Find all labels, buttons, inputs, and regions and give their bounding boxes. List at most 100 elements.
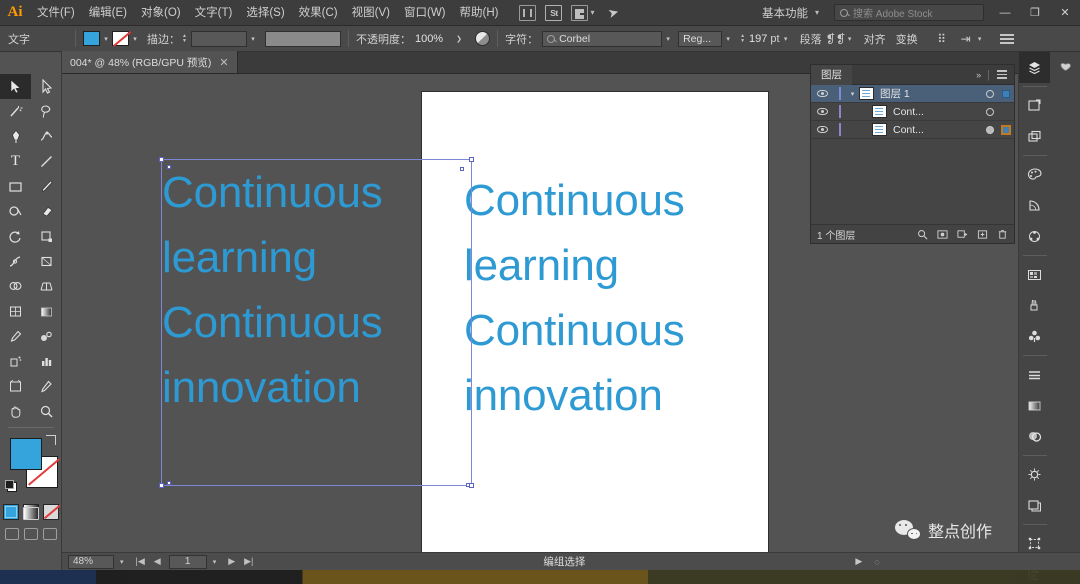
- close-icon[interactable]: ✕: [219, 56, 228, 69]
- workspace-switcher[interactable]: 基本功能 ▾: [753, 5, 828, 21]
- minimize-button[interactable]: —: [990, 0, 1020, 26]
- chevron-down-icon[interactable]: ▾: [662, 31, 674, 46]
- full-screen-mode-button[interactable]: [42, 528, 57, 540]
- blend-tool[interactable]: [31, 324, 62, 349]
- chevron-down-icon[interactable]: ▾: [120, 558, 124, 566]
- eraser-tool[interactable]: [31, 199, 62, 224]
- visibility-toggle-icon[interactable]: [811, 90, 833, 97]
- zoom-level-field[interactable]: 48%: [68, 554, 114, 569]
- artboards-icon[interactable]: [1019, 90, 1050, 121]
- menu-type[interactable]: 文字(T): [188, 0, 240, 26]
- menu-help[interactable]: 帮助(H): [453, 0, 506, 26]
- status-play-icon[interactable]: ▶: [855, 556, 862, 567]
- perspective-grid-tool[interactable]: [31, 274, 62, 299]
- lasso-tool[interactable]: [31, 99, 62, 124]
- stock-search-field[interactable]: 搜索 Adobe Stock: [834, 4, 984, 21]
- last-artboard-button[interactable]: ▶|: [244, 556, 253, 567]
- locate-object-icon[interactable]: [917, 229, 928, 240]
- menu-file[interactable]: 文件(F): [30, 0, 82, 26]
- layer-name[interactable]: Cont...: [893, 106, 982, 118]
- layer-name[interactable]: 图层 1: [880, 86, 982, 101]
- brushes-icon[interactable]: [1019, 290, 1050, 321]
- document-tab[interactable]: 004* @ 48% (RGB/GPU 预览) ✕: [62, 51, 238, 73]
- color-guide-icon[interactable]: [1019, 190, 1050, 221]
- delete-layer-icon[interactable]: [997, 229, 1008, 240]
- paragraph-label[interactable]: 段落: [800, 31, 822, 47]
- menu-view[interactable]: 视图(V): [345, 0, 397, 26]
- chevron-down-icon[interactable]: ▾: [129, 31, 141, 46]
- pen-tool[interactable]: [0, 124, 31, 149]
- stroke-weight-stepper[interactable]: ▲ ▼: [182, 33, 187, 44]
- layer-row-2[interactable]: Cont...: [811, 103, 1014, 121]
- asset-export-icon[interactable]: [1019, 121, 1050, 152]
- line-segment-tool[interactable]: [31, 149, 62, 174]
- selection-anchor-point[interactable]: [460, 167, 464, 171]
- symbols-icon[interactable]: [1019, 321, 1050, 352]
- artboard-text-object[interactable]: Continuous learning Continuous innovatio…: [464, 168, 754, 428]
- wrap-text-icon[interactable]: ⇥: [958, 32, 974, 46]
- discover-rocket-icon[interactable]: ➤: [607, 3, 622, 21]
- gradient-tool[interactable]: [31, 299, 62, 324]
- rotate-tool[interactable]: [0, 224, 31, 249]
- transparency-icon[interactable]: [1019, 421, 1050, 452]
- color-icon[interactable]: [1019, 159, 1050, 190]
- selection-anchor-point[interactable]: [167, 481, 171, 485]
- zoom-tool[interactable]: [31, 399, 62, 424]
- full-screen-menu-mode-button[interactable]: [23, 528, 38, 540]
- rectangle-tool[interactable]: [0, 174, 31, 199]
- chevron-down-icon[interactable]: ▾: [213, 558, 217, 566]
- panel-options-icon[interactable]: [999, 33, 1014, 44]
- selection-tool[interactable]: [0, 74, 31, 99]
- scale-tool[interactable]: [31, 224, 62, 249]
- chevron-down-icon[interactable]: ▾: [780, 31, 792, 46]
- chevron-down-icon[interactable]: ▾: [722, 31, 734, 46]
- column-graph-tool[interactable]: [31, 349, 62, 374]
- menu-edit[interactable]: 编辑(E): [82, 0, 134, 26]
- libraries-icon[interactable]: [1050, 52, 1080, 83]
- normal-screen-mode-button[interactable]: [4, 528, 19, 540]
- symbol-sprayer-tool[interactable]: [0, 349, 31, 374]
- chevron-down-icon[interactable]: ▾: [100, 31, 112, 46]
- arrange-documents-icon[interactable]: [571, 4, 589, 21]
- fill-color-swatch[interactable]: [83, 31, 100, 46]
- hand-tool[interactable]: [0, 399, 31, 424]
- shaper-tool[interactable]: [0, 199, 31, 224]
- close-button[interactable]: ✕: [1050, 0, 1080, 26]
- create-sublayer-icon[interactable]: [957, 229, 968, 240]
- artboard-number-field[interactable]: 1: [168, 554, 207, 569]
- collapse-panel-icon[interactable]: »: [976, 70, 981, 80]
- distribute-icon[interactable]: ⠿: [934, 32, 950, 46]
- lock-toggle[interactable]: [833, 123, 846, 136]
- previous-artboard-button[interactable]: ◀: [154, 556, 161, 567]
- visibility-toggle-icon[interactable]: [811, 126, 833, 133]
- status-resize-grip[interactable]: ◌: [874, 557, 879, 567]
- font-size-value[interactable]: 197: [749, 33, 767, 45]
- font-family-field[interactable]: Corbel: [559, 33, 590, 45]
- graphic-styles-icon[interactable]: [1019, 490, 1050, 521]
- tab-layers[interactable]: 图层: [811, 64, 852, 85]
- maximize-button[interactable]: ❐: [1020, 0, 1050, 26]
- menu-window[interactable]: 窗口(W): [397, 0, 453, 26]
- first-artboard-button[interactable]: |◀: [136, 556, 145, 567]
- selected-text-object[interactable]: Continuous learning Continuous innovatio…: [162, 160, 462, 420]
- paragraph-align-icon[interactable]: ❡❡: [826, 32, 846, 46]
- lock-toggle[interactable]: [833, 105, 846, 118]
- layer-name[interactable]: Cont...: [893, 124, 982, 136]
- menu-effect[interactable]: 效果(C): [292, 0, 345, 26]
- next-artboard-button[interactable]: ▶: [228, 556, 235, 567]
- layers-icon[interactable]: [1019, 52, 1050, 83]
- make-mask-icon[interactable]: [937, 229, 948, 240]
- type-tool[interactable]: T: [0, 149, 31, 174]
- mesh-tool[interactable]: [0, 299, 31, 324]
- chevron-right-icon[interactable]: ❯: [453, 31, 465, 46]
- swatches-icon[interactable]: [1019, 259, 1050, 290]
- slice-tool[interactable]: [31, 374, 62, 399]
- opacity-value[interactable]: 100%: [415, 33, 443, 45]
- swap-fill-stroke-icon[interactable]: [46, 435, 56, 445]
- font-size-stepper[interactable]: ▲ ▼: [740, 33, 745, 44]
- edit-toolbar-button[interactable]: [23, 507, 39, 520]
- chevron-down-icon[interactable]: ▾: [846, 90, 859, 98]
- shape-builder-tool[interactable]: [0, 274, 31, 299]
- new-layer-icon[interactable]: [977, 229, 988, 240]
- stroke-weight-field[interactable]: [190, 30, 247, 47]
